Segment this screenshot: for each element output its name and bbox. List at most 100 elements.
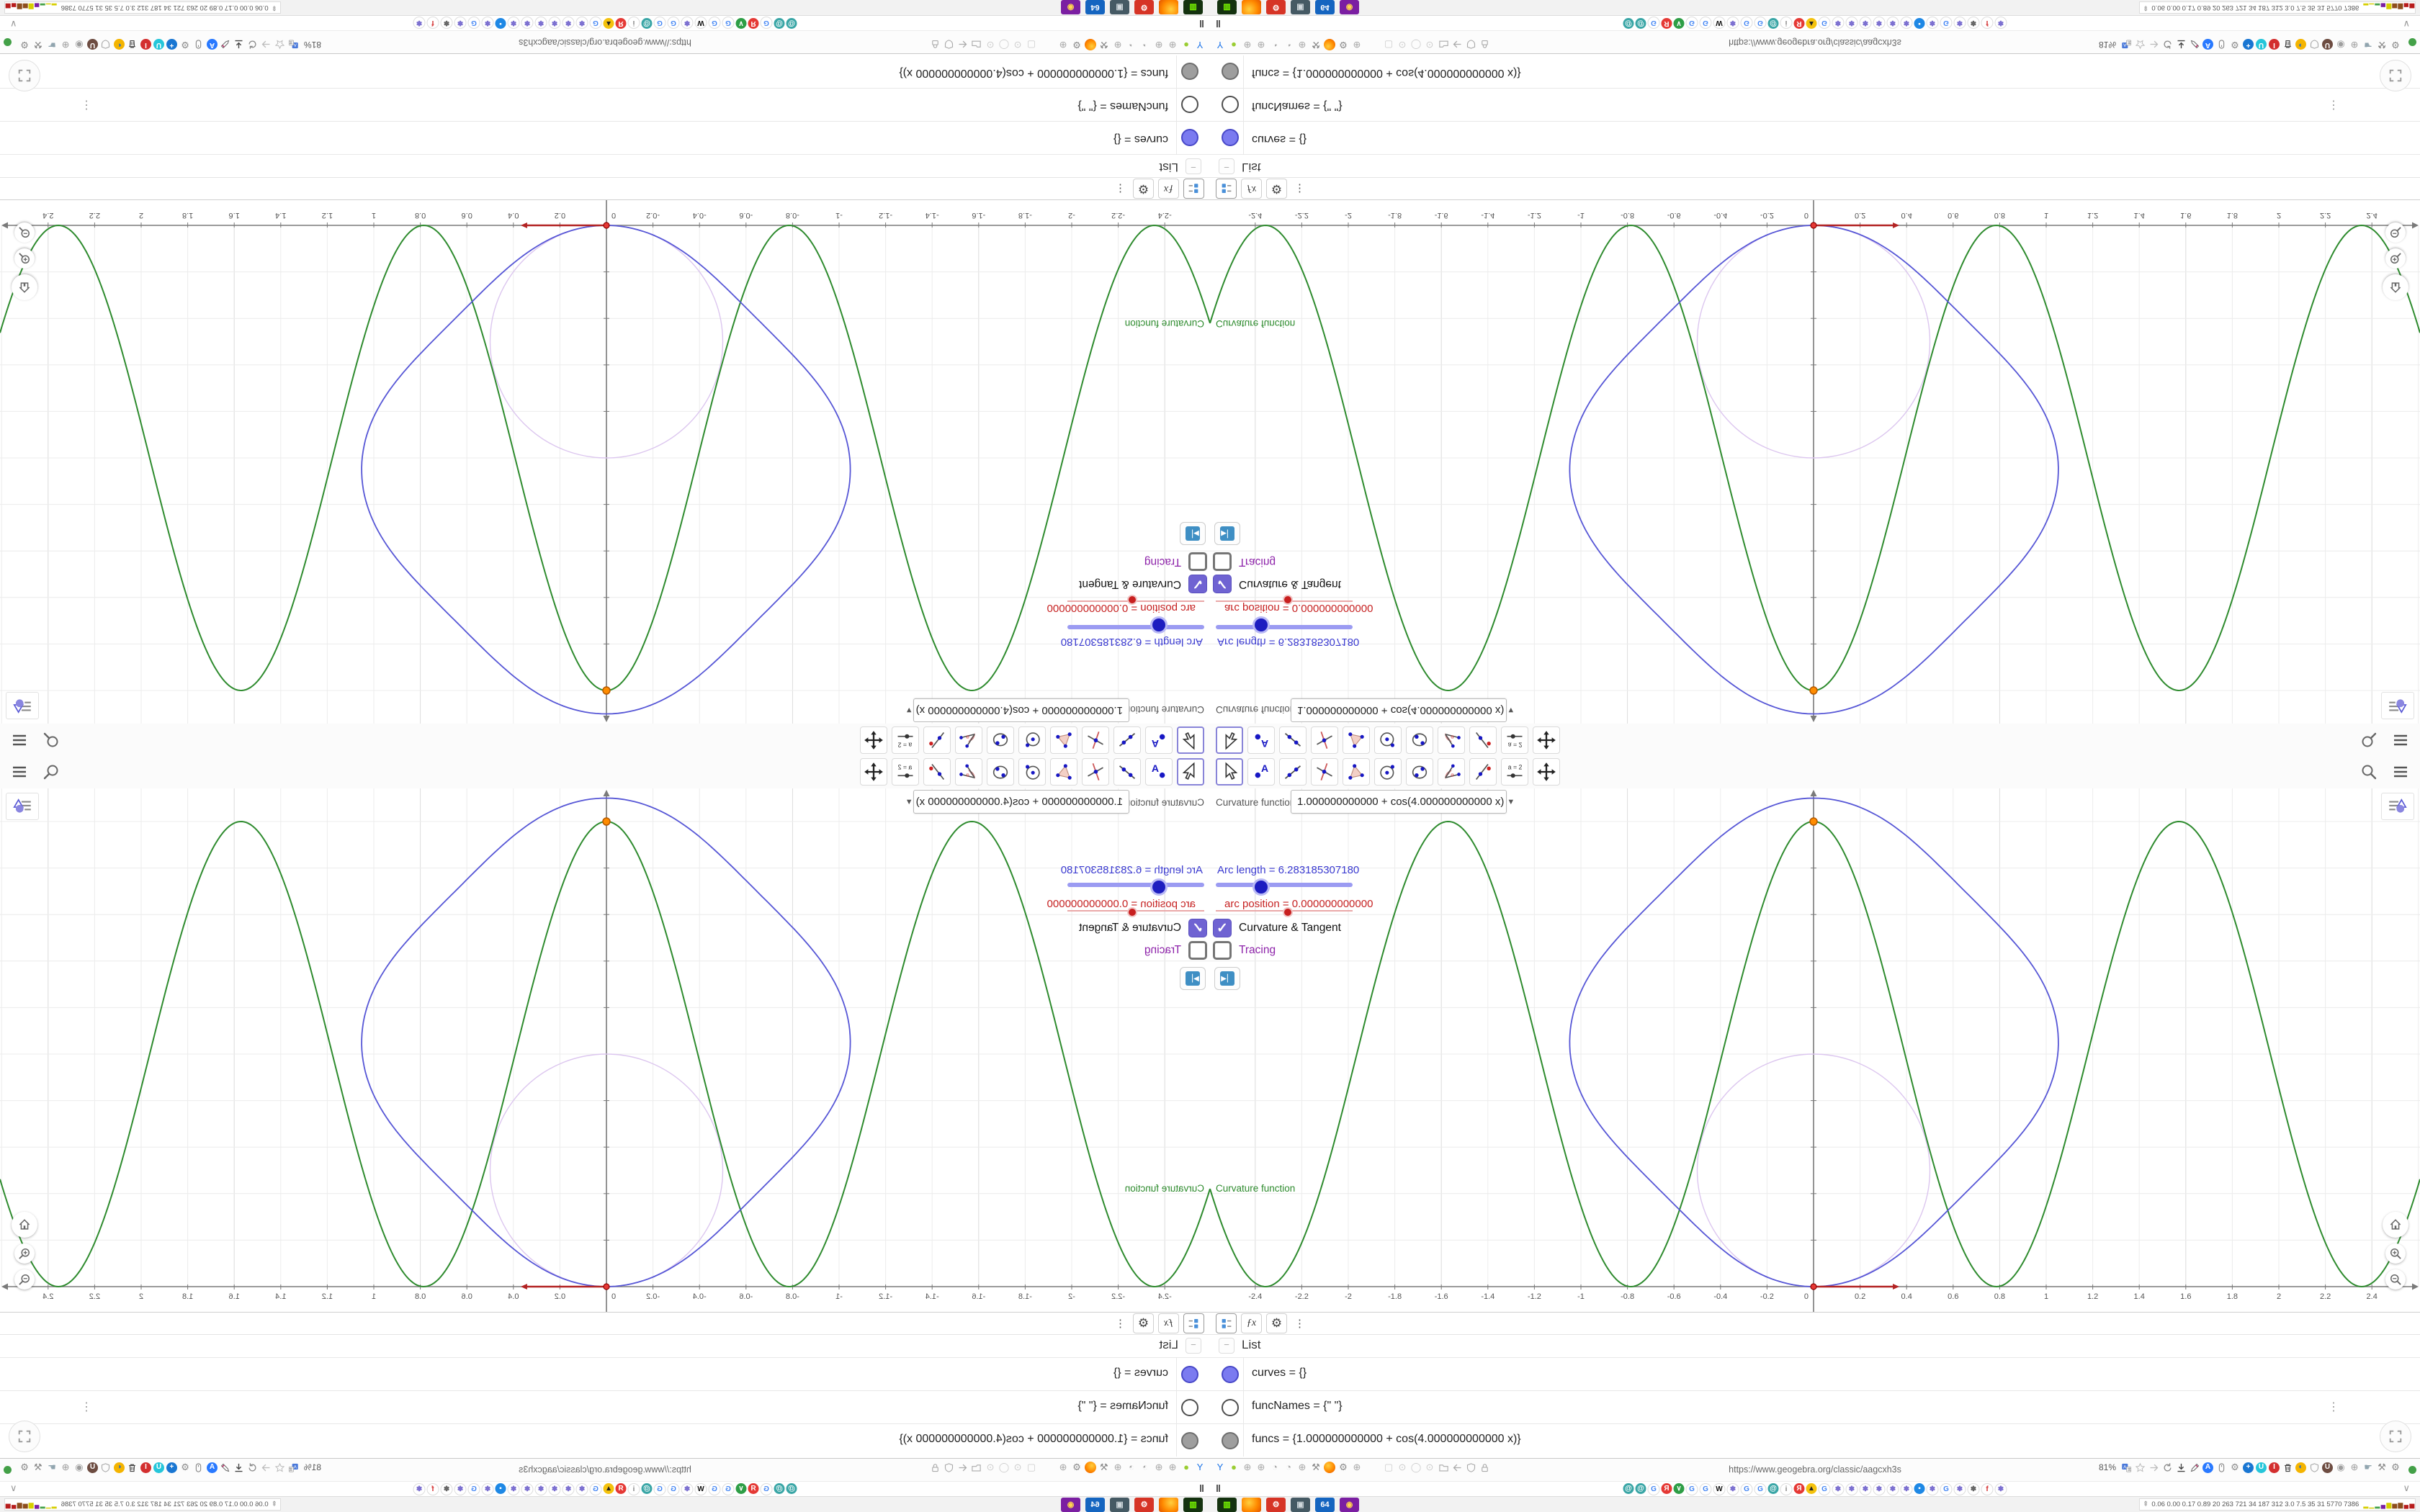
collapse-caret-icon[interactable]: ∨ xyxy=(2403,18,2410,30)
glyph-icon[interactable]: ✽ xyxy=(521,17,534,29)
glyph-icon[interactable]: ⚙ xyxy=(1266,0,1286,14)
browser-nav-icons[interactable]: Y ● ⊕ ⊕ ◔ ◔ ⊕ ⚒ ● ⚙ ⊕ ▢ ⊙◯⊙ xyxy=(1214,39,1490,50)
glyph-icon[interactable]: G xyxy=(1754,1483,1767,1495)
glyph-icon[interactable]: ✽ xyxy=(1859,1483,1872,1495)
tool-point-on-line[interactable] xyxy=(1469,726,1497,754)
zoom-out-button[interactable] xyxy=(2385,222,2406,243)
glyph-icon[interactable]: ▲ xyxy=(1806,18,1817,29)
glyph-icon[interactable]: ✽ xyxy=(1845,1483,1858,1495)
glyph-icon[interactable]: ▣ xyxy=(1291,1498,1310,1512)
tool-line-through-two-points[interactable] xyxy=(1279,758,1307,786)
tool-polygon[interactable] xyxy=(1050,758,1077,786)
pause-icon[interactable]: ‖ xyxy=(1199,18,1204,30)
glyph-icon[interactable]: ● xyxy=(1159,1498,1178,1512)
tool-angle[interactable]: α xyxy=(955,758,982,786)
glyph-icon[interactable]: ✽ xyxy=(575,17,588,29)
visibility-marble[interactable] xyxy=(1222,1432,1239,1449)
arc-position-slider[interactable] xyxy=(1216,595,1353,605)
glyph-icon[interactable]: 64 xyxy=(1315,0,1335,14)
glyph-icon[interactable]: G xyxy=(760,1483,773,1495)
object-row-curves[interactable]: curves = {} xyxy=(1210,121,2420,155)
arc-length-slider-label[interactable]: Arc length = 6.283185307180 xyxy=(1061,864,1203,876)
visibility-marble[interactable] xyxy=(1181,63,1198,80)
tool-angle[interactable]: α xyxy=(955,726,982,754)
glyph-icon[interactable]: @ xyxy=(786,18,797,29)
tool-polygon[interactable] xyxy=(1343,726,1370,754)
glyph-icon[interactable]: ✽ xyxy=(1832,1483,1845,1495)
object-row-funcs[interactable]: funcs = {1.000000000000 + cos(4.00000000… xyxy=(1210,1423,2420,1457)
glyph-icon[interactable]: ▪ xyxy=(495,18,506,29)
glyph-icon[interactable]: ✽ xyxy=(454,1483,467,1495)
glyph-icon[interactable]: @ xyxy=(774,18,785,29)
row-menu-icon[interactable]: ⋮ xyxy=(2328,98,2339,112)
glyph-icon[interactable]: ✽ xyxy=(1994,1483,2007,1495)
tracing-checkbox[interactable] xyxy=(1188,552,1207,571)
glyph-icon[interactable]: i xyxy=(1780,1483,1793,1495)
fx-icon[interactable]: ƒx xyxy=(1241,1313,1262,1333)
glyph-icon[interactable]: G xyxy=(1740,17,1753,29)
collapse-caret-icon[interactable]: ∨ xyxy=(10,18,17,30)
glyph-icon[interactable]: ✽ xyxy=(1886,1483,1899,1495)
url-text[interactable]: https://www.geogebra.org/classic/aagcxh3… xyxy=(1729,1464,1901,1475)
glyph-icon[interactable]: ✽ xyxy=(548,17,561,29)
arc-length-slider[interactable] xyxy=(1067,878,1204,896)
tool-point-with-label[interactable]: A xyxy=(1247,726,1275,754)
tracing-checkbox[interactable] xyxy=(1188,941,1207,960)
arc-length-slider[interactable] xyxy=(1067,616,1204,634)
browser-nav-icons[interactable]: Y ● ⊕ ⊕ ◔ ◔ ⊕ ⚒ ● ⚙ ⊕ ▢ ⊙◯⊙ xyxy=(930,39,1206,50)
glyph-icon[interactable]: G xyxy=(589,17,602,29)
tool-line-through-two-points[interactable] xyxy=(1113,726,1141,754)
pause-icon[interactable]: ‖ xyxy=(1216,1482,1221,1494)
glyph-icon[interactable]: ✽ xyxy=(1845,17,1858,29)
tool-point-with-label[interactable]: A xyxy=(1247,758,1275,786)
glyph-icon[interactable]: f xyxy=(426,17,439,29)
fullscreen-button[interactable] xyxy=(9,60,40,91)
taskbar-app-icons[interactable]: ▥ ● ⚙ ▣ 64 ◉ xyxy=(1061,0,1203,14)
glyph-icon[interactable]: G xyxy=(589,1483,602,1495)
glyph-icon[interactable]: ▪ xyxy=(495,1483,506,1494)
slider-handle[interactable] xyxy=(1252,616,1270,634)
collapse-caret-icon[interactable]: ∨ xyxy=(10,1482,17,1494)
visibility-marble[interactable] xyxy=(1181,1432,1198,1449)
curvature-function-dropdown[interactable]: 1.000000000000 + cos(4.000000000000 x) ▼ xyxy=(1291,790,1515,814)
algebra-view-icon[interactable] xyxy=(1216,179,1237,199)
tool-circle-through-points[interactable] xyxy=(987,758,1014,786)
fx-icon[interactable]: ƒx xyxy=(1241,179,1262,199)
tool-circle-with-center[interactable] xyxy=(1018,726,1046,754)
glyph-icon[interactable]: G xyxy=(1940,17,1953,29)
play-animation-button[interactable]: ▶▏ xyxy=(1180,522,1206,545)
search-icon[interactable] xyxy=(40,729,62,751)
curvature-tangent-checkbox[interactable]: ✓ xyxy=(1188,919,1207,937)
glyph-icon[interactable]: G xyxy=(708,1483,721,1495)
glyph-icon[interactable]: ▪ xyxy=(1914,1483,1925,1494)
tool-circle-through-points[interactable] xyxy=(1406,758,1433,786)
glyph-icon[interactable]: ● xyxy=(1242,1498,1261,1512)
glyph-icon[interactable]: ● xyxy=(1159,0,1178,14)
tool-circle-with-center[interactable] xyxy=(1374,758,1402,786)
glyph-icon[interactable]: ✽ xyxy=(1726,1483,1739,1495)
home-button[interactable] xyxy=(12,274,37,300)
zoom-in-button[interactable] xyxy=(2385,1243,2406,1264)
glyph-icon[interactable]: ✽ xyxy=(413,1483,426,1495)
graphics-view[interactable]: -2.4 -2.2 -2 -1.8 -1.6 -1.4 -1.2 -1 -0.8 -0.6 -0.4… xyxy=(1210,788,2420,1312)
glyph-icon[interactable]: ∨ xyxy=(1673,1483,1685,1494)
play-animation-button[interactable]: ▶▏ xyxy=(1214,967,1240,990)
tool-move-view[interactable] xyxy=(860,726,887,754)
visibility-marble[interactable] xyxy=(1222,63,1239,80)
glyph-icon[interactable]: G xyxy=(653,17,666,29)
collapse-group-button[interactable]: − xyxy=(1219,158,1234,174)
home-button[interactable] xyxy=(12,1212,37,1238)
glyph-icon[interactable]: ✽ xyxy=(1967,1483,1980,1495)
tool-slider[interactable]: a = 2 xyxy=(892,758,919,786)
browser-extension-icons[interactable]: A 文 A ⚙ + U I ◐ U ◉ ⊕ ☛ ⚒ ⚙ xyxy=(2120,39,2401,50)
play-animation-button[interactable]: ▶▏ xyxy=(1180,967,1206,990)
fx-icon[interactable]: ƒx xyxy=(1158,1313,1179,1333)
page-zoom-level[interactable]: 81% xyxy=(304,40,321,50)
glyph-icon[interactable]: ✽ xyxy=(681,1483,694,1495)
glyph-icon[interactable]: ∨ xyxy=(1673,18,1685,29)
glyph-icon[interactable]: i xyxy=(627,1483,640,1495)
collapse-caret-icon[interactable]: ∨ xyxy=(2403,1482,2410,1494)
glyph-icon[interactable]: ✽ xyxy=(1926,1483,1939,1495)
style-bar-button[interactable] xyxy=(6,692,39,719)
tab-strip[interactable]: @ @ G Я ∨ G G W ✽ G G @ i Я ▲ G ✽ ✽ ✽ ✽ ✽ ✽ ▪ ✽ G ✽ ✽ f ✽ xyxy=(1623,1483,2007,1495)
